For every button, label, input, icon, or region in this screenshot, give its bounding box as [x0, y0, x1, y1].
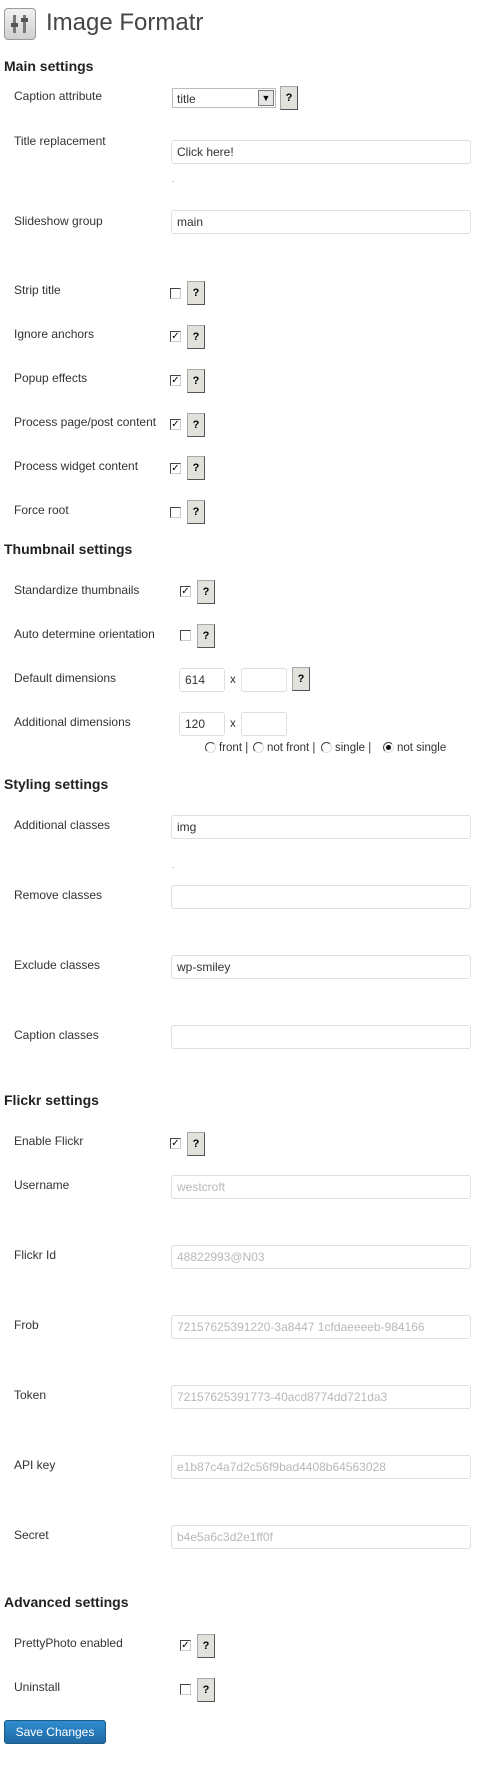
popup-effects-checkbox[interactable]: ✓ [170, 375, 181, 386]
title-replacement-label: Title replacement [14, 134, 106, 148]
scope-radio-not-single[interactable] [383, 742, 394, 753]
title-replacement-input[interactable] [171, 140, 471, 164]
additional-classes-label: Additional classes [14, 818, 111, 832]
section-heading-thumbnail: Thumbnail settings [4, 541, 133, 557]
additional-dimensions-label: Additional dimensions [14, 715, 131, 729]
section-heading-flickr: Flickr settings [4, 1092, 99, 1108]
flickr-id-input[interactable] [171, 1245, 471, 1269]
force-root-label: Force root [14, 503, 69, 517]
process-widget-checkbox[interactable]: ✓ [170, 463, 181, 474]
additional-height-input[interactable] [241, 712, 287, 736]
dimension-separator: x [230, 674, 236, 686]
help-button[interactable]: ? [197, 1678, 215, 1702]
page-title: Image Formatr [46, 9, 204, 36]
additional-width-input[interactable] [179, 712, 225, 736]
frob-input[interactable] [171, 1315, 471, 1339]
api-key-input[interactable] [171, 1455, 471, 1479]
default-height-input[interactable] [241, 668, 287, 692]
default-dimensions-label: Default dimensions [14, 671, 117, 685]
secret-label: Secret [14, 1528, 49, 1542]
divider-dot [172, 181, 174, 182]
dimension-separator: x [230, 718, 236, 730]
api-key-label: API key [14, 1458, 56, 1472]
scope-radio-not-single-label: not single [397, 742, 447, 754]
help-button[interactable]: ? [197, 624, 215, 648]
divider-dot [172, 867, 174, 868]
caption-classes-input[interactable] [171, 1025, 471, 1049]
ignore-anchors-label: Ignore anchors [14, 327, 95, 341]
username-label: Username [14, 1178, 70, 1192]
help-button[interactable]: ? [187, 413, 205, 437]
scope-radio-not-front[interactable] [253, 742, 264, 753]
caption-attribute-value: title [177, 92, 196, 106]
help-button[interactable]: ? [187, 369, 205, 393]
force-root-checkbox[interactable] [170, 507, 181, 518]
popup-effects-label: Popup effects [14, 371, 88, 385]
flickr-id-label: Flickr Id [14, 1248, 56, 1262]
token-input[interactable] [171, 1385, 471, 1409]
help-button[interactable]: ? [197, 580, 215, 604]
additional-classes-input[interactable] [171, 815, 471, 839]
frob-label: Frob [14, 1318, 39, 1332]
strip-title-checkbox[interactable] [170, 288, 181, 299]
uninstall-checkbox[interactable] [180, 1684, 191, 1695]
section-heading-styling: Styling settings [4, 776, 109, 792]
standardize-thumbnails-label: Standardize thumbnails [14, 583, 140, 597]
prettyphoto-checkbox[interactable]: ✓ [180, 1640, 191, 1651]
caption-attribute-label: Caption attribute [14, 89, 103, 103]
section-heading-advanced: Advanced settings [4, 1594, 129, 1610]
scope-radio-front-label: front | [219, 742, 249, 754]
default-width-input[interactable] [179, 668, 225, 692]
help-button[interactable]: ? [187, 500, 205, 524]
slideshow-group-label: Slideshow group [14, 214, 103, 228]
exclude-classes-label: Exclude classes [14, 958, 101, 972]
help-button[interactable]: ? [292, 667, 310, 691]
enable-flickr-label: Enable Flickr [14, 1134, 84, 1148]
caption-attribute-select[interactable]: title ▼ [172, 88, 276, 108]
scope-radio-not-front-label: not front | [267, 742, 316, 754]
settings-page: Image Formatr Main settings Caption attr… [0, 0, 480, 1770]
auto-orientation-checkbox[interactable] [180, 630, 191, 641]
section-heading-main: Main settings [4, 58, 94, 74]
help-button[interactable]: ? [187, 1132, 205, 1156]
slideshow-group-input[interactable] [171, 210, 471, 234]
scope-radio-front[interactable] [205, 742, 216, 753]
chevron-down-icon[interactable]: ▼ [258, 90, 274, 106]
process-widget-label: Process widget content [14, 459, 139, 473]
remove-classes-label: Remove classes [14, 888, 103, 902]
uninstall-label: Uninstall [14, 1680, 61, 1694]
auto-orientation-label: Auto determine orientation [14, 627, 155, 641]
help-button[interactable]: ? [280, 86, 298, 110]
exclude-classes-input[interactable] [171, 955, 471, 979]
help-button[interactable]: ? [187, 325, 205, 349]
process-content-checkbox[interactable]: ✓ [170, 419, 181, 430]
ignore-anchors-checkbox[interactable]: ✓ [170, 331, 181, 342]
strip-title-label: Strip title [14, 283, 61, 297]
username-input[interactable] [171, 1175, 471, 1199]
scope-radio-single[interactable] [321, 742, 332, 753]
help-button[interactable]: ? [187, 456, 205, 480]
settings-sliders-icon [4, 8, 36, 40]
save-changes-button[interactable]: Save Changes [4, 1720, 106, 1744]
standardize-thumbnails-checkbox[interactable]: ✓ [180, 586, 191, 597]
process-content-label: Process page/post content [14, 415, 157, 429]
token-label: Token [14, 1388, 47, 1402]
help-button[interactable]: ? [197, 1634, 215, 1658]
scope-radio-single-label: single | [335, 742, 372, 754]
prettyphoto-label: PrettyPhoto enabled [14, 1636, 123, 1650]
remove-classes-input[interactable] [171, 885, 471, 909]
enable-flickr-checkbox[interactable]: ✓ [170, 1138, 181, 1149]
caption-classes-label: Caption classes [14, 1028, 99, 1042]
secret-input[interactable] [171, 1525, 471, 1549]
help-button[interactable]: ? [187, 281, 205, 305]
